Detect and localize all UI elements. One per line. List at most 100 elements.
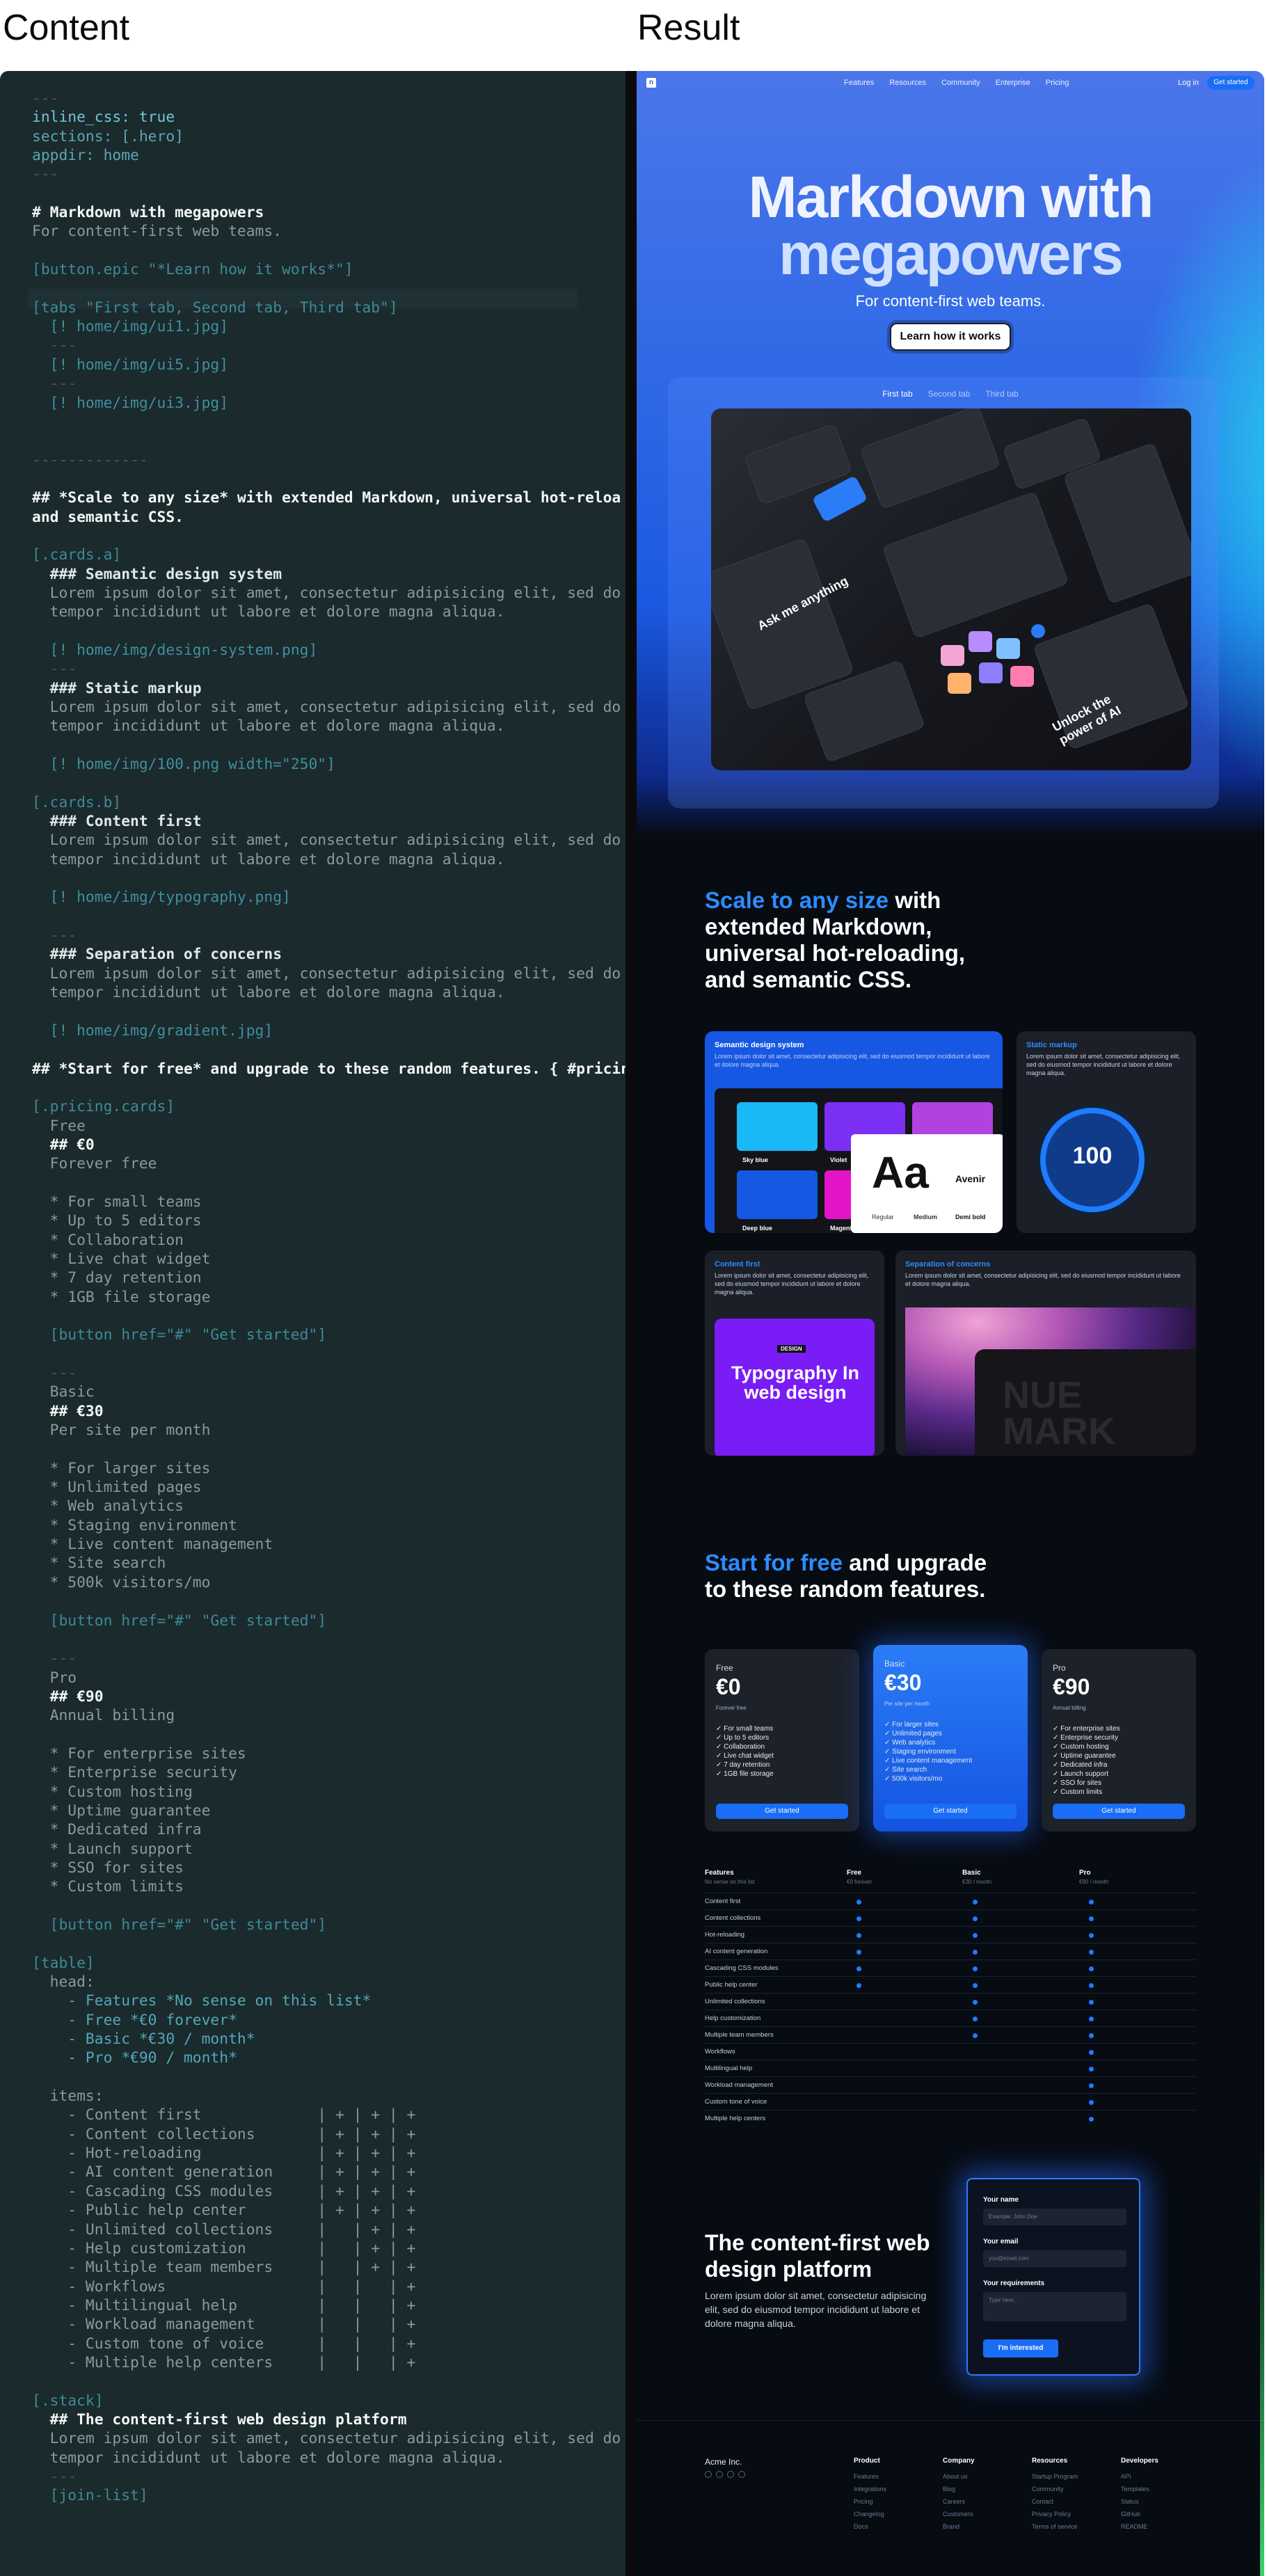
code-line[interactable]: --- (32, 1364, 625, 1383)
code-line[interactable]: Lorem ipsum dolor sit amet, consectetur … (32, 584, 625, 603)
code-line[interactable]: - Multiple team members | | + | + (32, 2258, 625, 2277)
code-line[interactable]: * Dedicated infra (32, 1820, 625, 1839)
code-line[interactable]: inline_css: true (32, 108, 625, 127)
interested-button[interactable]: I'm interested (983, 2339, 1058, 2358)
footer-link[interactable]: Features (854, 2470, 886, 2483)
code-line[interactable]: * Site search (32, 1554, 625, 1573)
code-line[interactable]: --- (32, 660, 625, 678)
code-line[interactable]: * Launch support (32, 1840, 625, 1859)
code-line[interactable] (32, 1040, 625, 1059)
code-line[interactable]: * Live content management (32, 1535, 625, 1554)
code-line[interactable]: [.cards.b] (32, 793, 625, 812)
footer-link[interactable]: GitHub (1121, 2508, 1158, 2520)
code-line[interactable]: [! home/img/100.png width="250"] (32, 755, 625, 774)
code-line[interactable]: - AI content generation | + | + | + (32, 2163, 625, 2181)
code-line[interactable]: * For small teams (32, 1193, 625, 1211)
code-line[interactable]: * For enterprise sites (32, 1744, 625, 1763)
code-line[interactable]: [button href="#" "Get started"] (32, 1612, 625, 1630)
x-icon[interactable] (738, 2471, 745, 2478)
code-line[interactable] (32, 431, 625, 450)
login-link[interactable]: Log in (1178, 79, 1199, 87)
code-line[interactable]: - Pro *€90 / month* (32, 2049, 625, 2067)
tab-third[interactable]: Third tab (985, 389, 1018, 399)
code-line[interactable]: [join-list] (32, 2486, 625, 2505)
code-line[interactable]: --- (32, 336, 625, 355)
code-line[interactable]: * Web analytics (32, 1497, 625, 1516)
code-line[interactable] (32, 184, 625, 203)
code-line[interactable] (32, 470, 625, 488)
code-line[interactable] (32, 736, 625, 755)
code-line[interactable]: - Workload management | | | + (32, 2315, 625, 2334)
footer-link[interactable]: Community (1032, 2483, 1078, 2495)
code-line[interactable] (32, 1440, 625, 1458)
code-line[interactable]: ### Semantic design system (32, 565, 625, 584)
code-line[interactable]: tempor incididunt ut labore et dolore ma… (32, 983, 625, 1002)
code-line[interactable]: [.stack] (32, 2392, 625, 2410)
footer-link[interactable]: Careers (943, 2495, 975, 2508)
footer-link[interactable]: Startup Program (1032, 2470, 1078, 2483)
code-line[interactable]: [button href="#" "Get started"] (32, 1916, 625, 1934)
code-line[interactable]: ## €90 (32, 1687, 625, 1706)
code-line[interactable]: ## *Scale to any size* with extended Mar… (32, 488, 625, 507)
code-line[interactable]: - Free *€0 forever* (32, 2011, 625, 2030)
code-line[interactable]: - Custom tone of voice | | | + (32, 2335, 625, 2353)
code-line[interactable]: ### Static markup (32, 679, 625, 698)
code-line[interactable]: * 500k visitors/mo (32, 1573, 625, 1592)
code-line[interactable]: [tabs "First tab, Second tab, Third tab"… (32, 299, 625, 317)
code-line[interactable]: - Public help center | + | + | + (32, 2201, 625, 2220)
code-line[interactable] (32, 1307, 625, 1326)
logo-icon[interactable]: n (646, 78, 656, 88)
code-line[interactable]: [table] (32, 1954, 625, 1973)
tab-first[interactable]: First tab (882, 389, 912, 399)
code-line[interactable]: --- (32, 1649, 625, 1668)
code-line[interactable]: Per site per month (32, 1421, 625, 1440)
code-line[interactable]: * Staging environment (32, 1516, 625, 1535)
code-line[interactable]: For content-first web teams. (32, 222, 625, 241)
code-line[interactable] (32, 1726, 625, 1744)
code-line[interactable]: head: (32, 1973, 625, 1991)
footer-link[interactable]: Blog (943, 2483, 975, 2495)
code-line[interactable]: - Multiple help centers | | | + (32, 2353, 625, 2372)
code-line[interactable]: --- (32, 2467, 625, 2486)
code-line[interactable]: # Markdown with megapowers (32, 203, 625, 222)
github-icon[interactable] (705, 2471, 712, 2478)
code-line[interactable] (32, 1003, 625, 1021)
nav-link-resources[interactable]: Resources (889, 79, 926, 87)
footer-link[interactable]: About us (943, 2470, 975, 2483)
code-line[interactable] (32, 1079, 625, 1097)
code-line[interactable]: [button.epic "*Learn how it works*"] (32, 260, 625, 279)
code-line[interactable]: and semantic CSS. (32, 508, 625, 527)
footer-link[interactable]: Privacy Policy (1032, 2508, 1078, 2520)
code-line[interactable]: * Live chat widget (32, 1250, 625, 1269)
code-line[interactable] (32, 241, 625, 260)
code-line[interactable]: - Help customization | | + | + (32, 2239, 625, 2258)
footer-link[interactable]: Changelog (854, 2508, 886, 2520)
code-line[interactable]: - Basic *€30 / month* (32, 2030, 625, 2049)
code-line[interactable] (32, 1592, 625, 1611)
code-line[interactable]: - Content first | + | + | + (32, 2106, 625, 2124)
code-line[interactable]: [! home/img/ui1.jpg] (32, 317, 625, 336)
footer-link[interactable]: Integrations (854, 2483, 886, 2495)
code-line[interactable]: Lorem ipsum dolor sit amet, consectetur … (32, 698, 625, 717)
markdown-editor[interactable]: --- inline_css: true sections: [.hero] appd… (0, 71, 625, 2576)
code-line[interactable] (32, 774, 625, 793)
code-line[interactable]: [! home/img/ui3.jpg] (32, 394, 625, 413)
code-line[interactable]: * Enterprise security (32, 1763, 625, 1782)
code-lines[interactable]: --- inline_css: true sections: [.hero] appd… (32, 89, 625, 2506)
code-line[interactable]: * Collaboration (32, 1231, 625, 1250)
code-line[interactable] (32, 1934, 625, 1953)
code-line[interactable]: tempor incididunt ut labore et dolore ma… (32, 2449, 625, 2467)
code-line[interactable]: ## €30 (32, 1402, 625, 1421)
code-line[interactable] (32, 869, 625, 888)
code-line[interactable] (32, 1174, 625, 1193)
nav-link-enterprise[interactable]: Enterprise (996, 79, 1030, 87)
code-line[interactable]: --- (32, 165, 625, 184)
code-line[interactable] (32, 907, 625, 926)
code-line[interactable]: - Hot-reloading | + | + | + (32, 2144, 625, 2163)
code-line[interactable]: --- (32, 89, 625, 108)
nav-link-pricing[interactable]: Pricing (1046, 79, 1069, 87)
code-line[interactable]: - Multilingual help | | | + (32, 2296, 625, 2315)
code-line[interactable]: tempor incididunt ut labore et dolore ma… (32, 850, 625, 869)
code-line[interactable]: * SSO for sites (32, 1859, 625, 1877)
learn-how-button[interactable]: Learn how it works (890, 323, 1011, 351)
